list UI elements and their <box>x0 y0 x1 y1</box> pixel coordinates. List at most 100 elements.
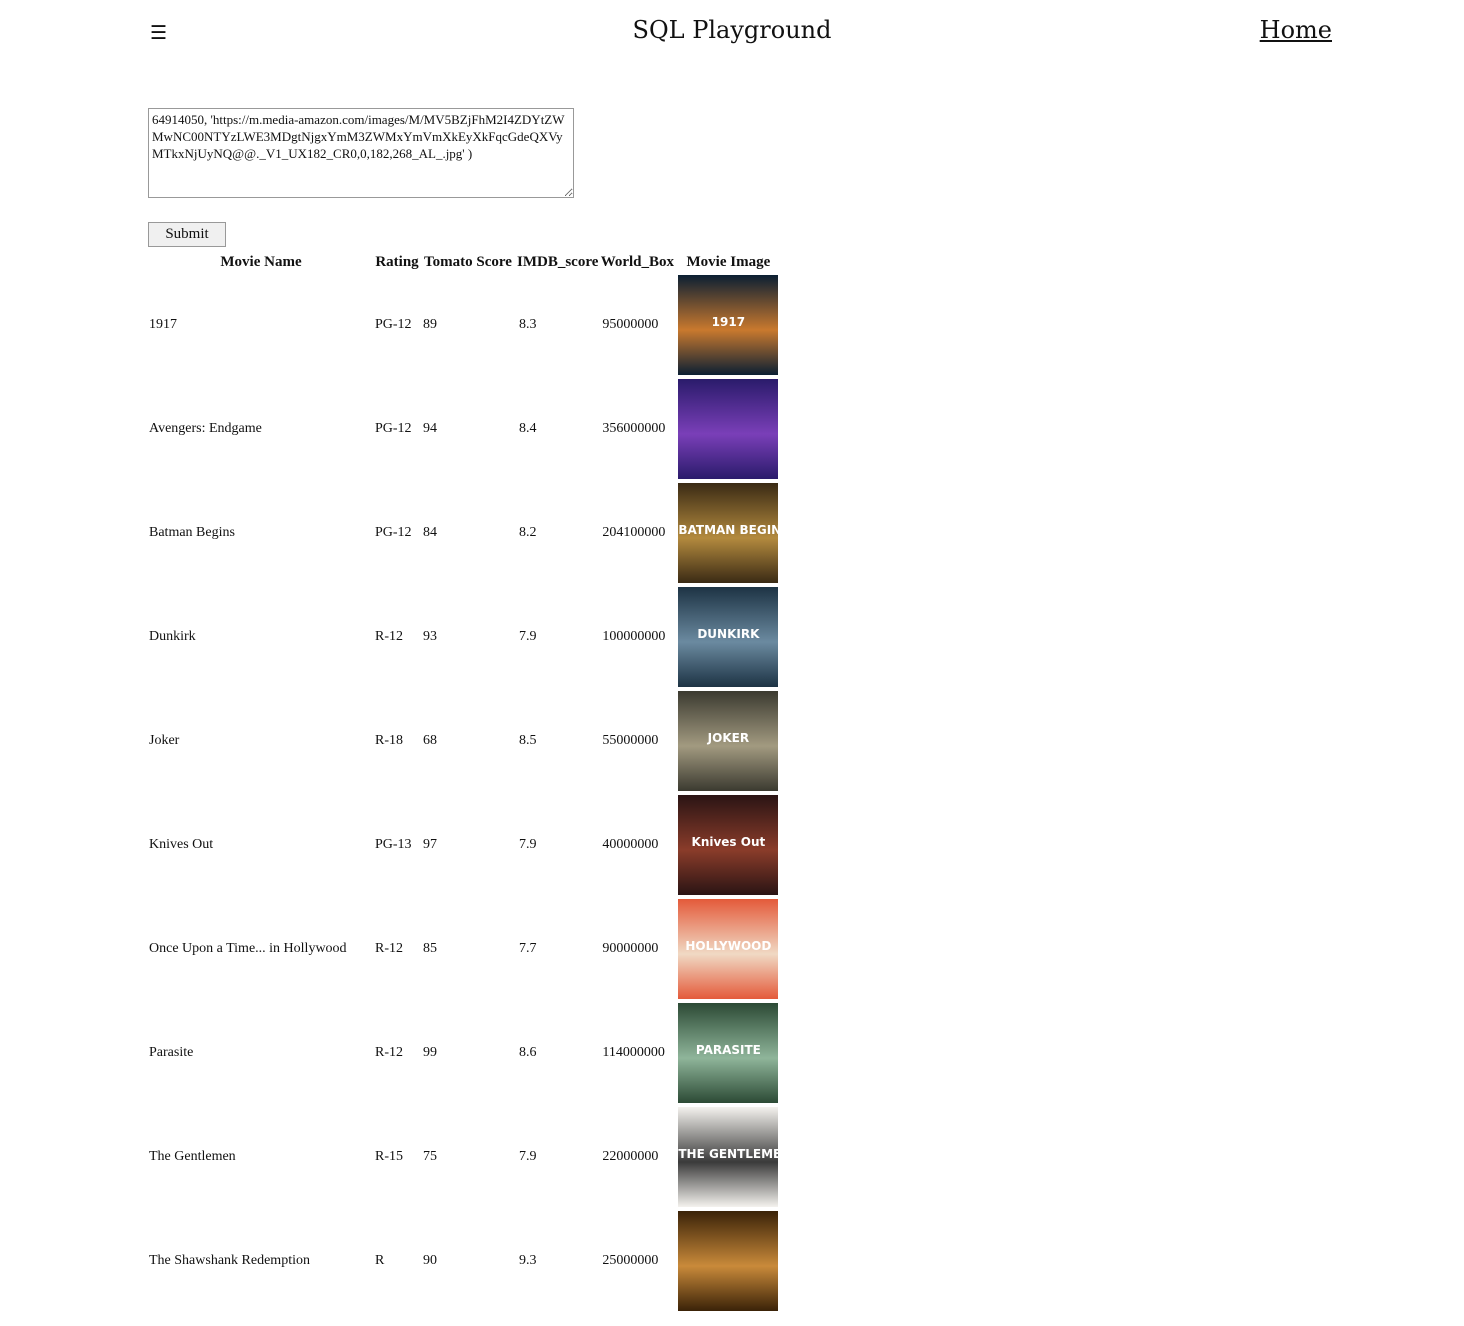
movie-name-cell: Knives Out <box>149 837 214 852</box>
tomato-score-cell: 84 <box>423 525 437 540</box>
imdb-score-cell: 7.9 <box>519 629 537 644</box>
table-row: Joker R-18 68 8.5 55000000 JOKER <box>148 689 781 793</box>
rating-cell: R <box>375 1253 385 1268</box>
table-row: Batman Begins PG-12 84 8.2 204100000 BATMAN B… <box>148 481 781 585</box>
imdb-score-cell: 8.6 <box>519 1045 537 1060</box>
movie-name-cell: Avengers: Endgame <box>149 421 262 436</box>
table-header-row: Movie Name Rating Tomato Score IMDB_scor… <box>148 251 781 273</box>
sql-query-input[interactable] <box>148 108 574 198</box>
tomato-score-cell: 99 <box>423 1045 437 1060</box>
movie-image-cell <box>675 1209 781 1313</box>
imdb-score-cell: 7.7 <box>519 941 537 956</box>
world-box-cell: 90000000 <box>602 941 659 956</box>
imdb-score-cell: 9.3 <box>519 1253 537 1268</box>
movie-poster-image: BATMAN BEGINS <box>678 483 779 583</box>
movie-name-cell: Joker <box>149 733 180 748</box>
poster-title-text: BATMAN BEGINS <box>678 523 779 537</box>
movie-poster-image: THE GENTLEMEN <box>678 1107 779 1207</box>
movie-poster-image: PARASITE <box>678 1003 779 1103</box>
world-box-cell: 55000000 <box>602 733 659 748</box>
rating-cell: R-15 <box>375 1149 403 1164</box>
poster-title-text: DUNKIRK <box>697 627 760 641</box>
movie-image-cell: DUNKIRK <box>675 585 781 689</box>
movie-name-cell: The Shawshank Redemption <box>149 1253 310 1268</box>
poster-title-text: JOKER <box>707 731 750 745</box>
tomato-score-cell: 90 <box>423 1253 437 1268</box>
movie-name-cell: The Gentlemen <box>149 1149 236 1164</box>
table-row: Knives Out PG-13 97 7.9 40000000 Knives Out <box>148 793 781 897</box>
movie-image-cell: Knives Out <box>675 793 781 897</box>
world-box-cell: 114000000 <box>602 1045 665 1060</box>
imdb-score-cell: 7.9 <box>519 837 537 852</box>
column-header-movie-name: Movie Name <box>220 253 302 270</box>
imdb-score-cell: 8.3 <box>519 317 537 332</box>
poster-title-text: 1917 <box>711 315 746 329</box>
table-row: Avengers: Endgame PG-12 94 8.4 356000000 <box>148 377 781 481</box>
movie-image-cell: HOLLYWOOD <box>675 897 781 1001</box>
rating-cell: R-12 <box>375 1045 403 1060</box>
home-link[interactable]: Home <box>1260 16 1332 44</box>
movie-image-cell: THE GENTLEMEN <box>675 1105 781 1209</box>
movie-image-cell: 1917 <box>675 273 781 377</box>
table-row: Dunkirk R-12 93 7.9 100000000 DUNKIRK <box>148 585 781 689</box>
table-row: 1917 PG-12 89 8.3 95000000 1917 <box>148 273 781 377</box>
rating-cell: R-12 <box>375 629 403 644</box>
submit-button[interactable]: Submit <box>148 222 226 247</box>
table-row: Once Upon a Time... in Hollywood R-12 85 7.… <box>148 897 781 1001</box>
movie-poster-image: DUNKIRK <box>678 587 779 687</box>
movie-image-cell <box>675 377 781 481</box>
column-header-imdb-score: IMDB_score <box>517 253 599 270</box>
rating-cell: PG-12 <box>375 317 412 332</box>
page-title: SQL Playground <box>632 16 832 44</box>
rating-cell: PG-12 <box>375 421 412 436</box>
column-header-tomato-score: Tomato Score <box>424 253 512 270</box>
movie-poster-image: HOLLYWOOD <box>678 899 779 999</box>
poster-title-text: THE GENTLEMEN <box>678 1147 779 1161</box>
imdb-score-cell: 8.5 <box>519 733 537 748</box>
tomato-score-cell: 94 <box>423 421 437 436</box>
movie-image-cell: JOKER <box>675 689 781 793</box>
results-table: Movie Name Rating Tomato Score IMDB_scor… <box>148 251 781 1313</box>
poster-title-text: HOLLYWOOD <box>685 939 772 953</box>
table-row: Parasite R-12 99 8.6 114000000 PARASITE <box>148 1001 781 1105</box>
tomato-score-cell: 75 <box>423 1149 437 1164</box>
movie-image-cell: BATMAN BEGINS <box>675 481 781 585</box>
movie-name-cell: 1917 <box>149 317 177 332</box>
poster-title-text: PARASITE <box>695 1043 761 1057</box>
rating-cell: R-18 <box>375 733 403 748</box>
rating-cell: PG-12 <box>375 525 412 540</box>
movie-name-cell: Once Upon a Time... in Hollywood <box>149 941 347 956</box>
movie-image-cell: PARASITE <box>675 1001 781 1105</box>
column-header-world-box: World_Box <box>600 253 675 270</box>
poster-title-text: Knives Out <box>691 835 766 849</box>
world-box-cell: 40000000 <box>602 837 659 852</box>
movie-poster-image <box>678 1211 779 1311</box>
column-header-rating: Rating <box>375 253 419 270</box>
world-box-cell: 356000000 <box>602 421 666 436</box>
tomato-score-cell: 89 <box>423 317 437 332</box>
movie-poster-image: Knives Out <box>678 795 779 895</box>
column-header-movie-image: Movie Image <box>686 253 771 270</box>
movie-poster-image: JOKER <box>678 691 779 791</box>
tomato-score-cell: 68 <box>423 733 437 748</box>
movie-name-cell: Dunkirk <box>149 629 196 644</box>
imdb-score-cell: 7.9 <box>519 1149 537 1164</box>
world-box-cell: 25000000 <box>602 1253 659 1268</box>
world-box-cell: 100000000 <box>602 629 666 644</box>
movie-name-cell: Parasite <box>149 1045 194 1060</box>
tomato-score-cell: 85 <box>423 941 437 956</box>
movie-poster-image <box>678 379 779 479</box>
movie-name-cell: Batman Begins <box>149 525 235 540</box>
world-box-cell: 22000000 <box>602 1149 659 1164</box>
imdb-score-cell: 8.2 <box>519 525 537 540</box>
movie-poster-image: 1917 <box>678 275 779 375</box>
tomato-score-cell: 93 <box>423 629 437 644</box>
tomato-score-cell: 97 <box>423 837 437 852</box>
table-row: The Gentlemen R-15 75 7.9 22000000 THE GENTLE… <box>148 1105 781 1209</box>
world-box-cell: 204100000 <box>602 525 666 540</box>
rating-cell: PG-13 <box>375 837 412 852</box>
rating-cell: R-12 <box>375 941 403 956</box>
imdb-score-cell: 8.4 <box>519 421 537 436</box>
world-box-cell: 95000000 <box>602 317 659 332</box>
table-row: The Shawshank Redemption R 90 9.3 25000000 <box>148 1209 781 1313</box>
